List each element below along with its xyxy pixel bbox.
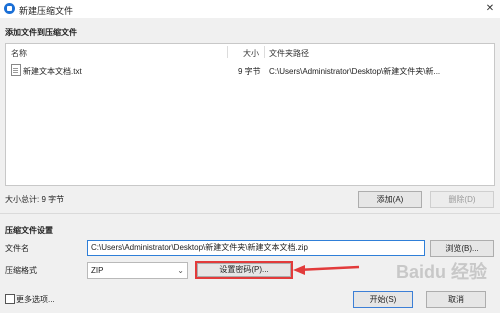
- window-title: 新建压缩文件: [19, 6, 74, 16]
- file-path: C:\Users\Administrator\Desktop\新建文件夹\新..…: [269, 67, 441, 76]
- divider: [0, 213, 500, 214]
- watermark: Baidu 经验: [396, 262, 488, 282]
- total-size: 大小总计: 9 字节: [5, 195, 65, 204]
- column-header-path[interactable]: 文件夹路径: [269, 48, 309, 59]
- format-label: 压缩格式: [5, 266, 37, 275]
- format-value: ZIP: [91, 266, 104, 275]
- settings-section-title: 压缩文件设置: [5, 226, 53, 235]
- delete-button[interactable]: 删除(D): [430, 191, 494, 208]
- column-divider[interactable]: [227, 46, 228, 58]
- close-icon[interactable]: ✕: [483, 2, 497, 16]
- annotation-arrow: [293, 265, 360, 275]
- format-select[interactable]: ZIP ⌄: [87, 262, 188, 279]
- filename-input[interactable]: C:\Users\Administrator\Desktop\新建文件夹\新建文…: [87, 240, 425, 256]
- file-name: 新建文本文档.txt: [23, 67, 82, 76]
- chevron-down-icon: ⌄: [177, 266, 184, 275]
- column-header-name[interactable]: 名称: [11, 48, 27, 59]
- more-options-checkbox[interactable]: [5, 294, 15, 304]
- highlight-box: [195, 261, 293, 279]
- add-button[interactable]: 添加(A): [358, 191, 422, 208]
- title-bar: 新建压缩文件 ✕: [0, 0, 500, 18]
- file-size: 9 字节: [238, 67, 261, 76]
- column-divider[interactable]: [264, 46, 265, 58]
- file-list[interactable]: 名称 大小 文件夹路径 新建文本文档.txt 9 字节 C:\Users\Adm…: [5, 43, 495, 186]
- start-button[interactable]: 开始(S): [353, 291, 413, 308]
- column-header-size[interactable]: 大小: [243, 48, 259, 59]
- browse-button[interactable]: 浏览(B)...: [430, 240, 494, 257]
- cancel-button[interactable]: 取消: [426, 291, 486, 308]
- filename-label: 文件名: [5, 244, 29, 253]
- add-section-title: 添加文件到压缩文件: [5, 28, 77, 37]
- app-icon: [4, 3, 15, 14]
- text-file-icon: [11, 64, 21, 76]
- more-options-label[interactable]: 更多选项...: [16, 294, 55, 305]
